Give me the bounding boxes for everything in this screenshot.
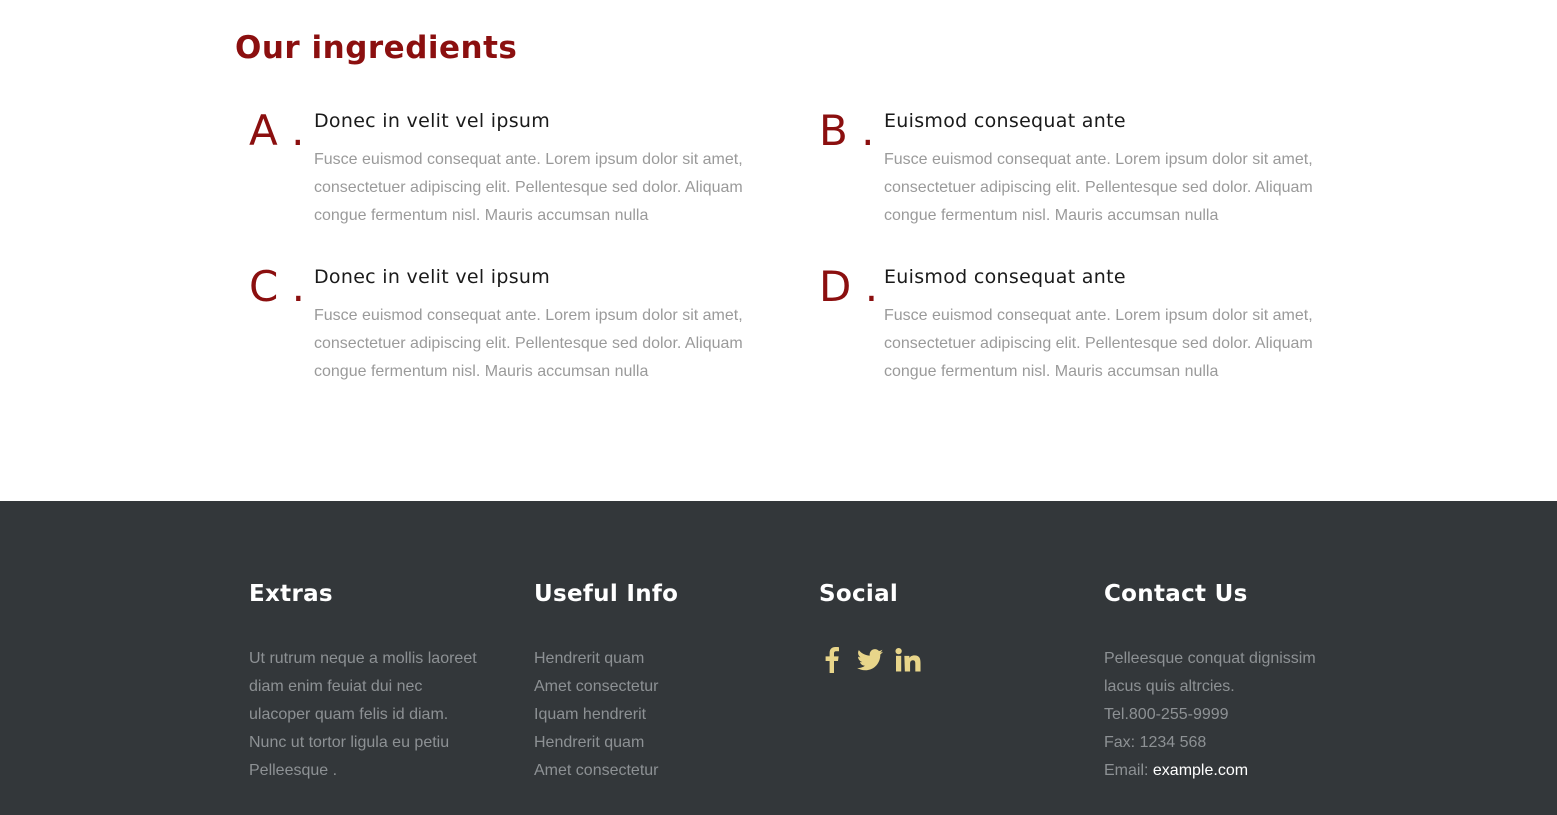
facebook-icon[interactable] [819,647,845,673]
linkedin-icon[interactable] [895,647,921,673]
ingredient-description: Fusce euismod consequat ante. Lorem ipsu… [314,151,743,224]
footer-contact: Contact Us Pelleesque conquat dignissim … [1104,581,1354,785]
footer-extras-text: Ut rutrum neque a mollis laoreet diam en… [249,645,499,785]
ingredient-description: Fusce euismod consequat ante. Lorem ipsu… [884,151,1313,224]
footer-extras-line: ulacoper quam felis id diam. [249,706,449,723]
ingredient-heading: Euismod consequat ante [884,266,1126,288]
footer-useful-info: Useful Info Hendrerit quam Amet consecte… [534,581,784,785]
social-icons [819,645,1069,675]
contact-phone: Tel.800-255-9999 [1104,706,1229,723]
footer-extras: Extras Ut rutrum neque a mollis laoreet … [249,581,499,785]
footer-contact-text: Pelleesque conquat dignissim lacus quis … [1104,645,1354,785]
footer-link[interactable]: Amet consectetur [534,673,784,701]
ingredient-letter: B . [819,106,875,155]
footer-extras-line: Pelleesque . [249,762,338,779]
ingredient-heading: Donec in velit vel ipsum [314,110,551,132]
footer-contact-title: Contact Us [1104,581,1248,607]
footer-extras-line: Nunc ut tortor ligula eu petiu [249,734,450,751]
footer-link[interactable]: Amet consectetur [534,757,784,785]
contact-line: lacus quis altrcies. [1104,678,1235,695]
footer-useful-info-links: Hendrerit quam Amet consectetur Iquam he… [534,645,784,785]
section-title: Our ingredients [235,30,518,66]
footer-link[interactable]: Hendrerit quam [534,645,784,673]
ingredient-description: Fusce euismod consequat ante. Lorem ipsu… [884,307,1313,380]
footer-extras-title: Extras [249,581,333,607]
ingredient-heading: Donec in velit vel ipsum [314,266,551,288]
site-footer: Extras Ut rutrum neque a mollis laoreet … [0,501,1557,815]
contact-fax: Fax: 1234 568 [1104,734,1207,751]
footer-extras-line: Ut rutrum neque a mollis laoreet [249,650,477,667]
footer-social: Social [819,581,1069,675]
contact-email-link[interactable]: example.com [1153,762,1248,779]
footer-useful-info-title: Useful Info [534,581,679,607]
footer-social-title: Social [819,581,899,607]
twitter-icon[interactable] [857,647,883,673]
ingredient-letter: C . [249,262,306,311]
ingredients-section: Our ingredients A . Donec in velit vel i… [0,0,1557,501]
contact-email-row: Email: example.com [1104,757,1354,785]
ingredient-description: Fusce euismod consequat ante. Lorem ipsu… [314,307,743,380]
footer-link[interactable]: Iquam hendrerit [534,701,784,729]
ingredient-letter: A . [249,106,305,155]
ingredient-heading: Euismod consequat ante [884,110,1126,132]
contact-email-label: Email: [1104,762,1153,779]
contact-line: Pelleesque conquat dignissim [1104,650,1316,667]
ingredient-letter: D . [819,262,879,311]
footer-extras-line: diam enim feuiat dui nec [249,678,423,695]
footer-link[interactable]: Hendrerit quam [534,729,784,757]
